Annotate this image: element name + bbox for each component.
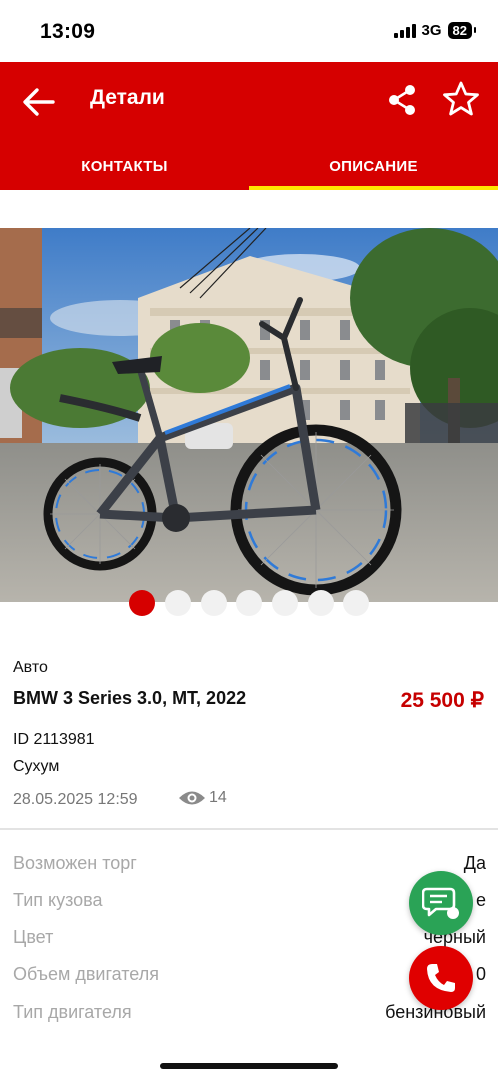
- view-count: 14: [209, 789, 227, 806]
- tab-description[interactable]: ОПИСАНИЕ: [249, 152, 498, 190]
- chat-button[interactable]: [409, 871, 473, 935]
- gallery-dot[interactable]: [201, 590, 227, 616]
- phone-icon: [427, 964, 455, 992]
- spec-value: Да: [463, 853, 486, 873]
- listing-date: 28.05.2025 12:59: [13, 791, 138, 808]
- photo-gallery[interactable]: [0, 228, 498, 602]
- gallery-dot[interactable]: [165, 590, 191, 616]
- app-header: Детали КОНТАКТЫ ОПИСАНИЕ: [0, 62, 498, 190]
- spec-value: е: [475, 890, 486, 910]
- gallery-dot[interactable]: [236, 590, 262, 616]
- spec-label: Возможен торг: [13, 853, 137, 873]
- listing-category: Авто: [13, 659, 48, 676]
- gallery-dot[interactable]: [343, 590, 369, 616]
- spec-label: Тип кузова: [13, 890, 103, 910]
- signal-icon: [393, 23, 416, 38]
- spec-label: Объем двигателя: [13, 964, 159, 984]
- listing-id: ID 2113981: [13, 731, 95, 748]
- status-time: 13:09: [40, 20, 96, 43]
- listing-city: Сухум: [13, 758, 60, 775]
- chat-icon: [422, 887, 459, 919]
- status-bar: 13:09 3G 82: [0, 0, 498, 62]
- network-type: 3G: [421, 22, 442, 39]
- favorite-button[interactable]: [440, 78, 482, 120]
- gallery-dot[interactable]: [272, 590, 298, 616]
- battery-icon: 82: [447, 22, 477, 39]
- share-button[interactable]: [382, 80, 422, 120]
- gallery-dot[interactable]: [308, 590, 334, 616]
- home-indicator: [160, 1063, 338, 1069]
- tab-contacts[interactable]: КОНТАКТЫ: [0, 152, 249, 190]
- tab-bar: КОНТАКТЫ ОПИСАНИЕ: [0, 152, 498, 190]
- gallery-pagination: [0, 590, 498, 616]
- page-title: Детали: [90, 86, 165, 109]
- divider: [0, 828, 498, 830]
- listing-title: BMW 3 Series 3.0, MT, 2022: [13, 688, 247, 708]
- listing-photo: [0, 228, 498, 602]
- share-icon: [389, 85, 415, 115]
- spec-value: 0: [475, 964, 486, 984]
- gallery-dot[interactable]: [129, 590, 155, 616]
- status-indicators: 3G 82: [393, 22, 477, 39]
- eye-icon: [179, 791, 205, 805]
- view-counter: 14: [178, 789, 227, 807]
- arrow-left-icon: [23, 88, 55, 116]
- back-button[interactable]: [18, 82, 58, 122]
- spec-row: Тип двигателя бензиновый: [0, 1002, 498, 1032]
- listing-price: 25 500 ₽: [400, 689, 484, 712]
- star-icon: [443, 81, 479, 116]
- spec-label: Тип двигателя: [13, 1002, 132, 1022]
- spec-label: Цвет: [13, 927, 54, 947]
- call-button[interactable]: [409, 946, 473, 1010]
